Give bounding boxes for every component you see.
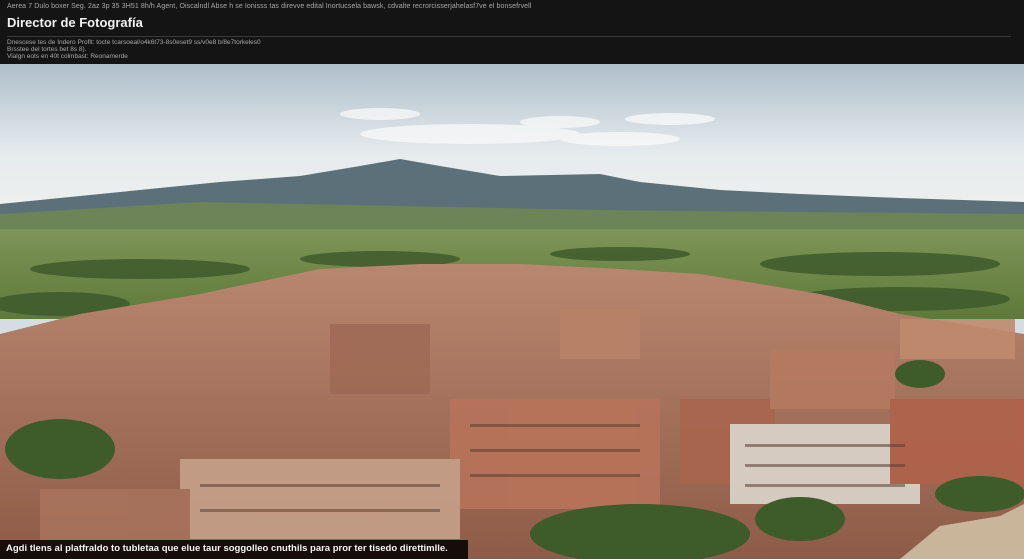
header-divider bbox=[7, 36, 1011, 37]
page-title: Director de Fotografía bbox=[7, 15, 143, 30]
landscape-illustration bbox=[0, 64, 1024, 559]
header-bar: Aerea 7 Dulo boxer Seg. 2az 3p 35 3H51 8… bbox=[0, 0, 1024, 64]
description-line-3: Vialgn eots en 40t colmbast: Reonamerde bbox=[7, 53, 128, 60]
aerial-town-photo bbox=[0, 64, 1024, 559]
description-line-2: Brsstee del tortes bet 8s 8). bbox=[7, 46, 87, 53]
metadata-line: Aerea 7 Dulo boxer Seg. 2az 3p 35 3H51 8… bbox=[7, 3, 532, 10]
description-line-1: Dnescese tes de Indero Proflt: tocte tca… bbox=[7, 39, 261, 46]
caption-bar: Agdi tlens al platfraldo to tubletaa que… bbox=[0, 540, 468, 559]
photo-caption: Agdi tlens al platfraldo to tubletaa que… bbox=[6, 543, 448, 554]
